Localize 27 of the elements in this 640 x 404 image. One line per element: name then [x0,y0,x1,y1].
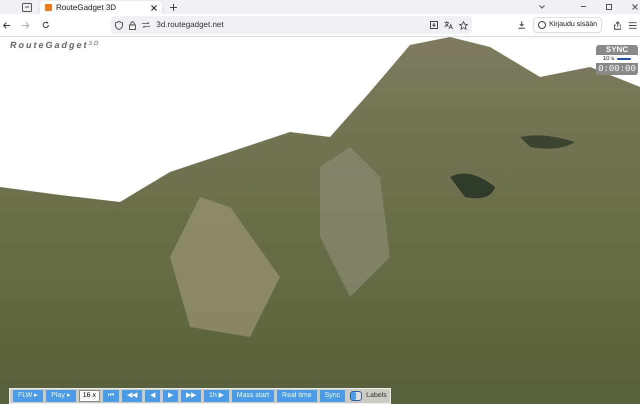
lock-icon [129,20,136,30]
share-icon[interactable] [614,20,622,30]
translate-icon[interactable] [444,21,453,29]
favicon-icon [45,4,52,11]
labels-toggle[interactable] [350,391,362,401]
new-tab-icon[interactable] [170,4,177,11]
tab-title: RouteGadget 3D [56,2,118,14]
sync-button[interactable]: SYNC [596,45,638,55]
account-icon [538,21,546,29]
reader-view-icon[interactable] [430,21,438,29]
download-icon[interactable] [518,21,526,29]
shield-icon [115,20,124,30]
menu-icon[interactable] [629,22,637,28]
back-arrow-icon[interactable] [3,22,10,28]
address-bar[interactable]: 3d.routegadget.net [111,16,472,34]
close-icon[interactable] [151,4,157,10]
logo-text: RouteGadget$^{3D}$ [10,39,100,52]
clock-display: 0:00:00 [596,63,638,75]
chevron-icon[interactable] [539,5,545,9]
close-window-icon[interactable] [632,4,638,10]
url-text[interactable]: 3d.routegadget.net [156,19,424,31]
tab-list-icon[interactable] [22,3,32,12]
bookmark-star-icon[interactable] [458,20,468,30]
permissions-icon[interactable] [142,22,150,28]
maximize-icon[interactable] [606,4,612,10]
reload-icon[interactable] [42,21,50,29]
browser-tab[interactable]: RouteGadget 3D [40,1,162,14]
